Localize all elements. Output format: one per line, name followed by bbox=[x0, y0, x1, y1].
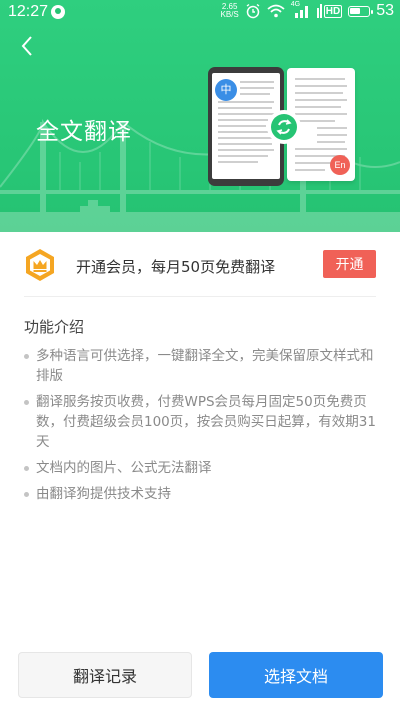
hd-label: HD bbox=[323, 4, 343, 18]
feature-item: 翻译服务按页收费，付费WPS会员每月固定50页免费页数，付费超级会员100页，按… bbox=[24, 392, 376, 452]
header-banner: 12:27 2.65 KB/S 4G HD 53 全文翻译 中 En bbox=[0, 0, 400, 232]
feature-item: 文档内的图片、公式无法翻译 bbox=[24, 458, 376, 478]
notification-app-icon bbox=[51, 5, 65, 19]
select-document-button[interactable]: 选择文档 bbox=[209, 652, 383, 698]
crown-icon bbox=[26, 249, 54, 281]
feature-item: 由翻译狗提供技术支持 bbox=[24, 484, 376, 504]
features-title: 功能介绍 bbox=[24, 318, 85, 336]
features-list: 多种语言可供选择，一键翻译全文，完美保留原文样式和排版 翻译服务按页收费，付费W… bbox=[24, 346, 376, 510]
net-speed-unit: KB/S bbox=[220, 10, 239, 19]
status-bar: 12:27 2.65 KB/S 4G HD 53 bbox=[0, 0, 400, 24]
signal-icon: 4G bbox=[291, 1, 311, 18]
status-icons: 2.65 KB/S 4G HD 53 bbox=[221, 1, 394, 20]
battery-level: 53 bbox=[376, 2, 394, 19]
translate-sync-icon bbox=[267, 110, 301, 144]
net-speed: 2.65 KB/S bbox=[221, 3, 239, 19]
alarm-icon bbox=[246, 3, 260, 19]
promo-text: 开通会员，每月50页免费翻译 bbox=[76, 258, 276, 276]
hd-indicator: HD bbox=[316, 4, 343, 18]
battery-icon bbox=[348, 5, 374, 17]
divider bbox=[24, 296, 376, 297]
membership-promo: 开通会员，每月50页免费翻译 开通 bbox=[24, 246, 376, 286]
page-title: 全文翻译 bbox=[36, 119, 132, 145]
back-arrow-icon[interactable] bbox=[16, 34, 40, 58]
chinese-badge: 中 bbox=[215, 79, 237, 101]
translation-history-button[interactable]: 翻译记录 bbox=[18, 652, 192, 698]
open-membership-button[interactable]: 开通 bbox=[323, 250, 376, 278]
feature-item: 多种语言可供选择，一键翻译全文，完美保留原文样式和排版 bbox=[24, 346, 376, 386]
screen: 12:27 2.65 KB/S 4G HD 53 全文翻译 中 En 开通会员，… bbox=[0, 0, 400, 711]
english-badge: En bbox=[330, 155, 350, 175]
status-time: 12:27 bbox=[8, 3, 49, 20]
wifi-icon bbox=[267, 4, 285, 18]
